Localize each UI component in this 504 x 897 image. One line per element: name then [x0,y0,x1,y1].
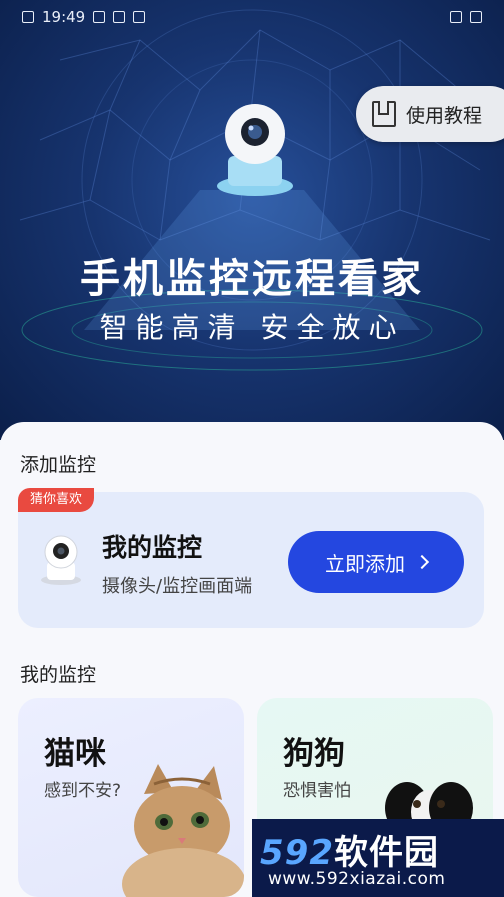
add-now-label: 立即添加 [325,551,405,576]
add-section-title: 添加监控 [20,454,97,476]
status-bar: 19:49 [0,0,504,34]
pet-card-cat[interactable]: 猫咪 感到不安? [18,698,244,897]
pet-card-subtitle: 恐惧害怕 [283,781,351,801]
watermark-url: www.592xiazai.com [268,869,446,889]
book-icon [371,101,396,127]
tutorial-label: 使用教程 [405,104,482,127]
sim-icon [22,11,34,23]
hero-title: 手机监控远程看家 [80,256,424,302]
pet-card-subtitle: 感到不安? [44,781,122,801]
camera-icon [217,104,293,196]
recommend-badge: 猜你喜欢 [18,488,95,512]
pet-card-title: 猫咪 [44,736,106,772]
notification-icon [93,11,106,23]
monitor-card-subtitle: 摄像头/监控画面端 [102,576,253,597]
cat-image [122,764,244,897]
battery-icon [470,11,482,23]
signal-icon [450,11,462,23]
my-section-title: 我的监控 [20,664,97,686]
monitor-card-title: 我的监控 [102,533,203,562]
notification-icon [133,11,146,23]
pet-card-title: 狗狗 [283,736,345,772]
watermark-number: 592 [260,833,334,873]
status-time: 19:49 [42,8,86,26]
hero-subtitle: 智能高清 安全放心 [99,311,405,344]
hero-banner: 19:49 使用教程 手机监控远程看家 智能高清 安全放心 [0,0,504,440]
camera-icon [41,535,81,585]
watermark-logo: 592软件园 www.592xiazai.com [252,819,504,897]
tutorial-button[interactable]: 使用教程 [355,86,504,142]
network-background [19,9,491,371]
add-now-button[interactable]: 立即添加 [288,531,464,593]
chevron-right-icon [414,554,430,570]
watermark-brand: 软件园 [333,833,439,873]
notification-icon [113,11,126,23]
